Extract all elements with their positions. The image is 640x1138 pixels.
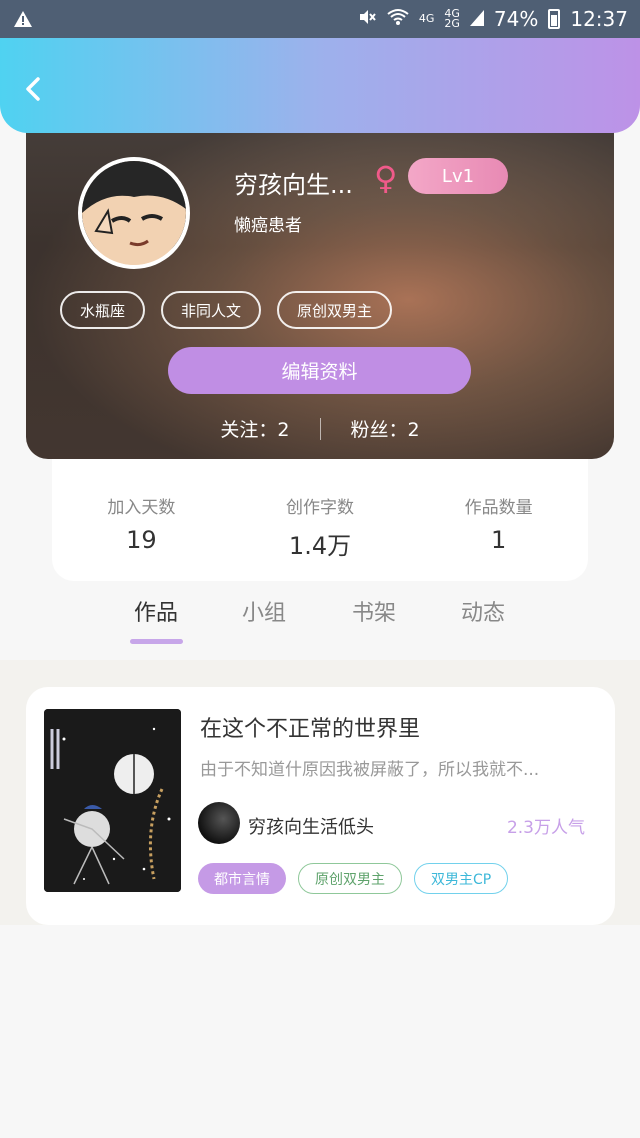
stat-label: 创作字数: [286, 498, 354, 518]
network-label-3: 2G: [444, 17, 460, 30]
stats-card: 加入天数 19 创作字数 1.4万 作品数量 1: [52, 459, 588, 581]
network-indicator: 4G: [418, 12, 435, 25]
stat-label: 作品数量: [464, 498, 533, 518]
tab-activity[interactable]: 动态: [461, 595, 505, 627]
following-count[interactable]: 关注：2: [220, 415, 289, 442]
status-bar: 4G 4G 2G 74% 12:37: [0, 0, 640, 38]
stat-word-count: 创作字数 1.4万: [231, 459, 410, 581]
stat-join-days: 加入天数 19: [52, 459, 231, 581]
network-indicator-dual: 4G 2G: [444, 8, 460, 30]
work-title[interactable]: 在这个不正常的世界里: [200, 711, 420, 743]
mute-icon: [357, 7, 377, 32]
stat-value: 1.4万: [288, 532, 352, 560]
nickname: 穷孩向生...: [234, 171, 353, 199]
profile-tag[interactable]: 原创双男主: [277, 291, 393, 329]
battery-percent: 74%: [493, 7, 539, 31]
work-card[interactable]: 在这个不正常的世界里 由于不知道什原因我被屏蔽了，所以我就不... 穷孩向生活低…: [26, 687, 615, 925]
work-tag[interactable]: 原创双男主: [298, 863, 402, 894]
tab-works[interactable]: 作品: [134, 595, 178, 627]
signature: 懒癌患者: [234, 216, 302, 236]
work-tag[interactable]: 都市言情: [198, 863, 286, 894]
followers-count[interactable]: 粉丝：2: [351, 415, 420, 442]
back-button[interactable]: [18, 76, 48, 106]
wifi-icon: [387, 7, 409, 31]
popularity-count: 2.3万人气: [506, 818, 585, 838]
follow-stats: 关注：2 粉丝：2: [26, 415, 614, 442]
stat-label: 加入天数: [107, 498, 176, 518]
stat-works-count: 作品数量 1: [409, 459, 588, 581]
warning-icon: [12, 8, 34, 30]
work-tag[interactable]: 双男主CP: [414, 863, 509, 894]
tab-indicator: [130, 639, 183, 644]
battery-icon: [548, 9, 561, 29]
female-icon: ♀: [374, 159, 398, 197]
level-badge: Lv1: [408, 158, 508, 194]
stat-value: 19: [126, 526, 157, 554]
profile-card: 穷孩向生... ♀ Lv1 懒癌患者 水瓶座 非同人文 原创双男主 编辑资料 关…: [26, 105, 614, 459]
author-name[interactable]: 穷孩向生活低头: [248, 813, 374, 839]
network-label-1: 4G: [418, 12, 435, 25]
book-cover[interactable]: [44, 709, 181, 892]
tab-bar: 作品 小组 书架 动态: [0, 595, 640, 657]
avatar-image: [82, 161, 186, 265]
tab-bookshelf[interactable]: 书架: [352, 595, 396, 627]
profile-tag[interactable]: 非同人文: [161, 291, 262, 329]
avatar[interactable]: [78, 157, 190, 269]
divider: [319, 417, 321, 440]
profile-tag[interactable]: 水瓶座: [60, 291, 146, 329]
profile-tags: 水瓶座 非同人文 原创双男主: [60, 291, 393, 329]
work-description: 由于不知道什原因我被屏蔽了，所以我就不...: [200, 760, 540, 780]
signal-icon: [469, 7, 484, 31]
work-tags: 都市言情 原创双男主 双男主CP: [198, 863, 509, 894]
clock: 12:37: [570, 7, 628, 31]
chevron-left-icon: [24, 76, 42, 106]
header-bar: [0, 38, 640, 133]
edit-profile-button[interactable]: 编辑资料: [168, 347, 471, 394]
stat-value: 1: [491, 526, 507, 554]
tab-groups[interactable]: 小组: [242, 595, 286, 627]
author-avatar[interactable]: [198, 802, 240, 844]
